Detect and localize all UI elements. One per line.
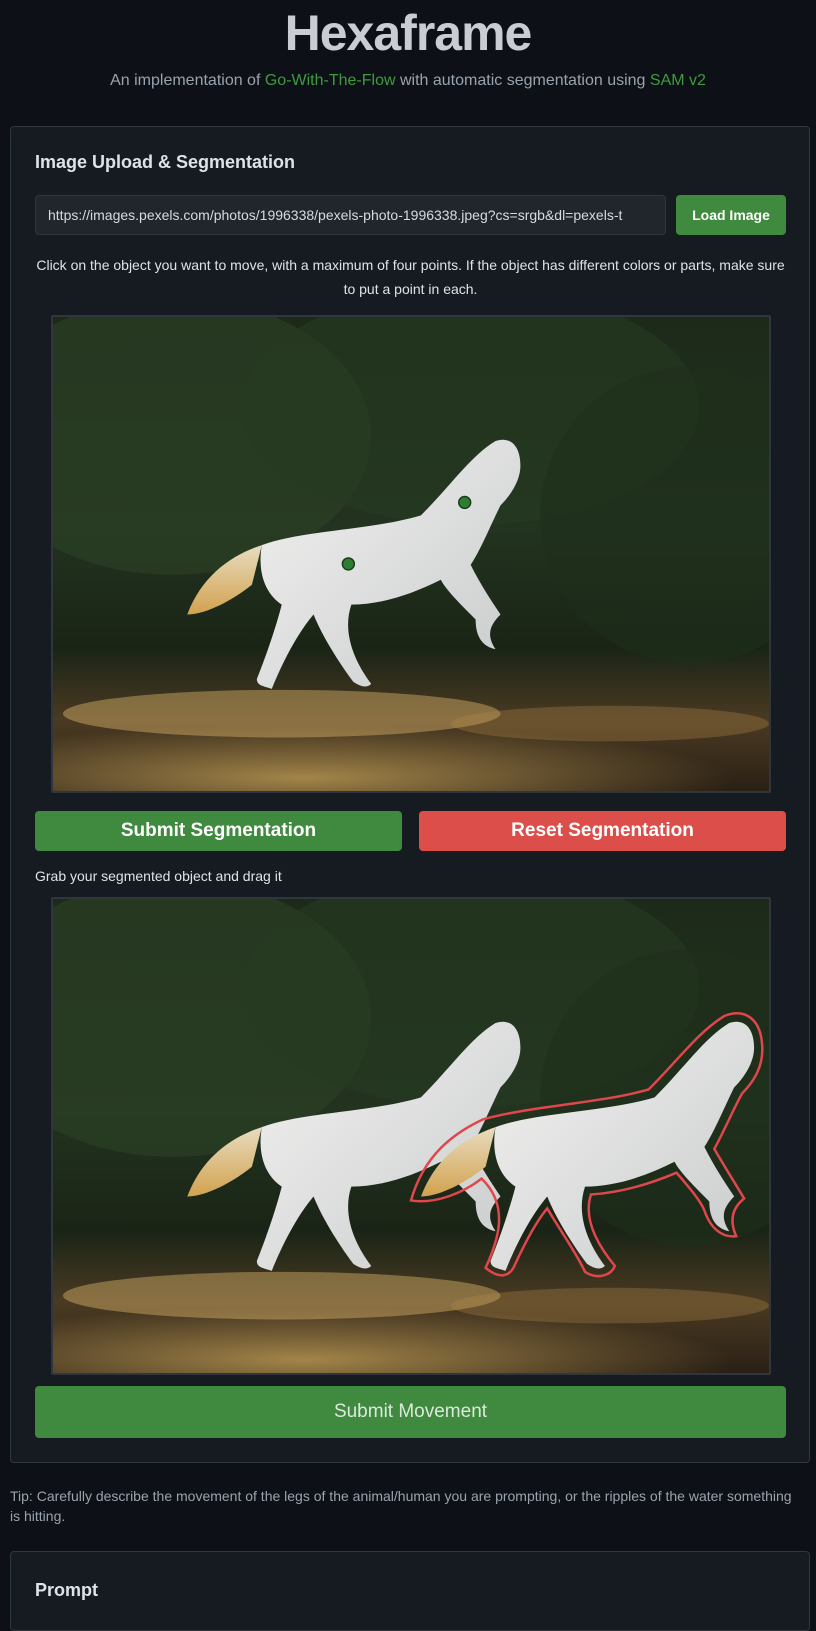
segmentation-instructions: Click on the object you want to move, wi… — [36, 257, 785, 297]
submit-movement-button[interactable]: Submit Movement — [35, 1386, 786, 1438]
prompt-panel: Prompt — [10, 1551, 810, 1631]
segmentation-point-marker[interactable] — [457, 495, 472, 510]
segmentation-point-marker[interactable] — [341, 557, 356, 571]
upload-segmentation-panel: Image Upload & Segmentation https://imag… — [10, 126, 810, 1463]
submit-segmentation-button[interactable]: Submit Segmentation — [35, 811, 402, 851]
horse-image — [53, 317, 769, 791]
prompt-section-title: Prompt — [35, 1580, 98, 1600]
subtitle-prefix: An implementation of — [110, 72, 265, 89]
tip-text: Tip: Carefully describe the movement of … — [10, 1488, 792, 1524]
reset-segmentation-button[interactable]: Reset Segmentation — [419, 811, 786, 851]
page-title: Hexaframe — [284, 5, 533, 61]
drag-canvas[interactable] — [51, 897, 771, 1375]
image-url-input[interactable]: https://images.pexels.com/photos/1996338… — [35, 195, 666, 235]
subtitle-middle: with automatic segmentation using — [395, 72, 650, 89]
load-image-button[interactable]: Load Image — [676, 195, 786, 235]
page-header: Hexaframe An implementation of Go-With-T… — [0, 0, 816, 90]
go-with-the-flow-link[interactable]: Go-With-The-Flow — [265, 72, 396, 89]
segmentation-canvas[interactable] — [51, 315, 771, 793]
upload-section-title: Image Upload & Segmentation — [35, 152, 296, 172]
page-subtitle: An implementation of Go-With-The-Flow wi… — [0, 72, 816, 90]
drag-instructions: Grab your segmented object and drag it — [35, 868, 282, 884]
horse-drag-image — [53, 899, 769, 1373]
sam-v2-link[interactable]: SAM v2 — [650, 72, 706, 89]
